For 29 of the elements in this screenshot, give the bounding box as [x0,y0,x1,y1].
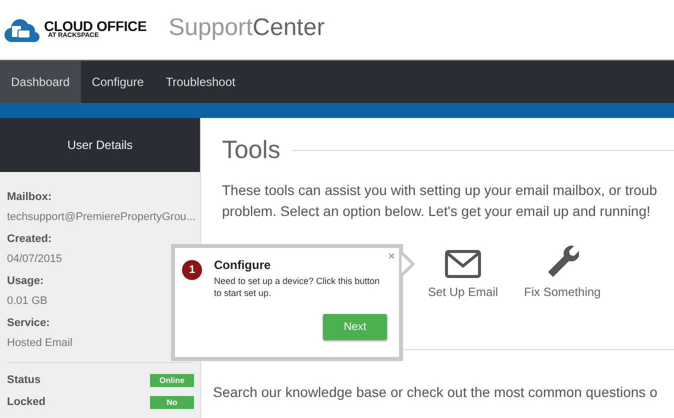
envelope-icon [445,250,482,278]
status-label: Status [7,374,41,386]
detail-label: Usage: [7,275,45,288]
detail-label: Mailbox: [7,191,53,204]
app-title: SupportCenter [168,14,325,42]
tool-button[interactable]: Set Up Email [428,244,498,349]
nav-tab[interactable]: Troubleshoot [154,61,246,103]
cloud-logo-icon [4,16,40,42]
detail-value: Hosted Email [7,337,74,350]
tool-button[interactable]: Fix Something [524,244,601,349]
status-badge: No [150,396,194,408]
detail-label: Service: [7,317,51,330]
status-label: Locked [7,396,46,408]
section-heading: Tools [222,136,280,165]
logo-name: CLOUD OFFICE [44,19,147,34]
resources-intro-text: Search our knowledge base or check out the most common questions o [213,384,658,400]
nav-tab[interactable]: Configure [80,61,155,103]
detail-value: 04/07/2015 [7,253,64,266]
detail-label: Created: [7,233,53,246]
detail-value: 0.01 GB [7,295,48,308]
popover-pointer-icon [400,251,416,277]
tools-intro-text: These tools can assist you with setting up your email mailbox, or troub problem. Select an option below. Let's get your email up and running! [222,181,658,221]
popover-text: Need to set up a device? Click this button to start set up. [214,275,381,299]
nav-tab[interactable]: Dashboard [0,61,81,103]
sidebar-title: User Details [0,118,200,172]
status-badge: Online [150,374,194,386]
close-button[interactable]: × [388,249,395,263]
popover-title: Configure [214,258,271,272]
detail-value: techsupport@PremierePropertyGrou... [7,211,193,224]
